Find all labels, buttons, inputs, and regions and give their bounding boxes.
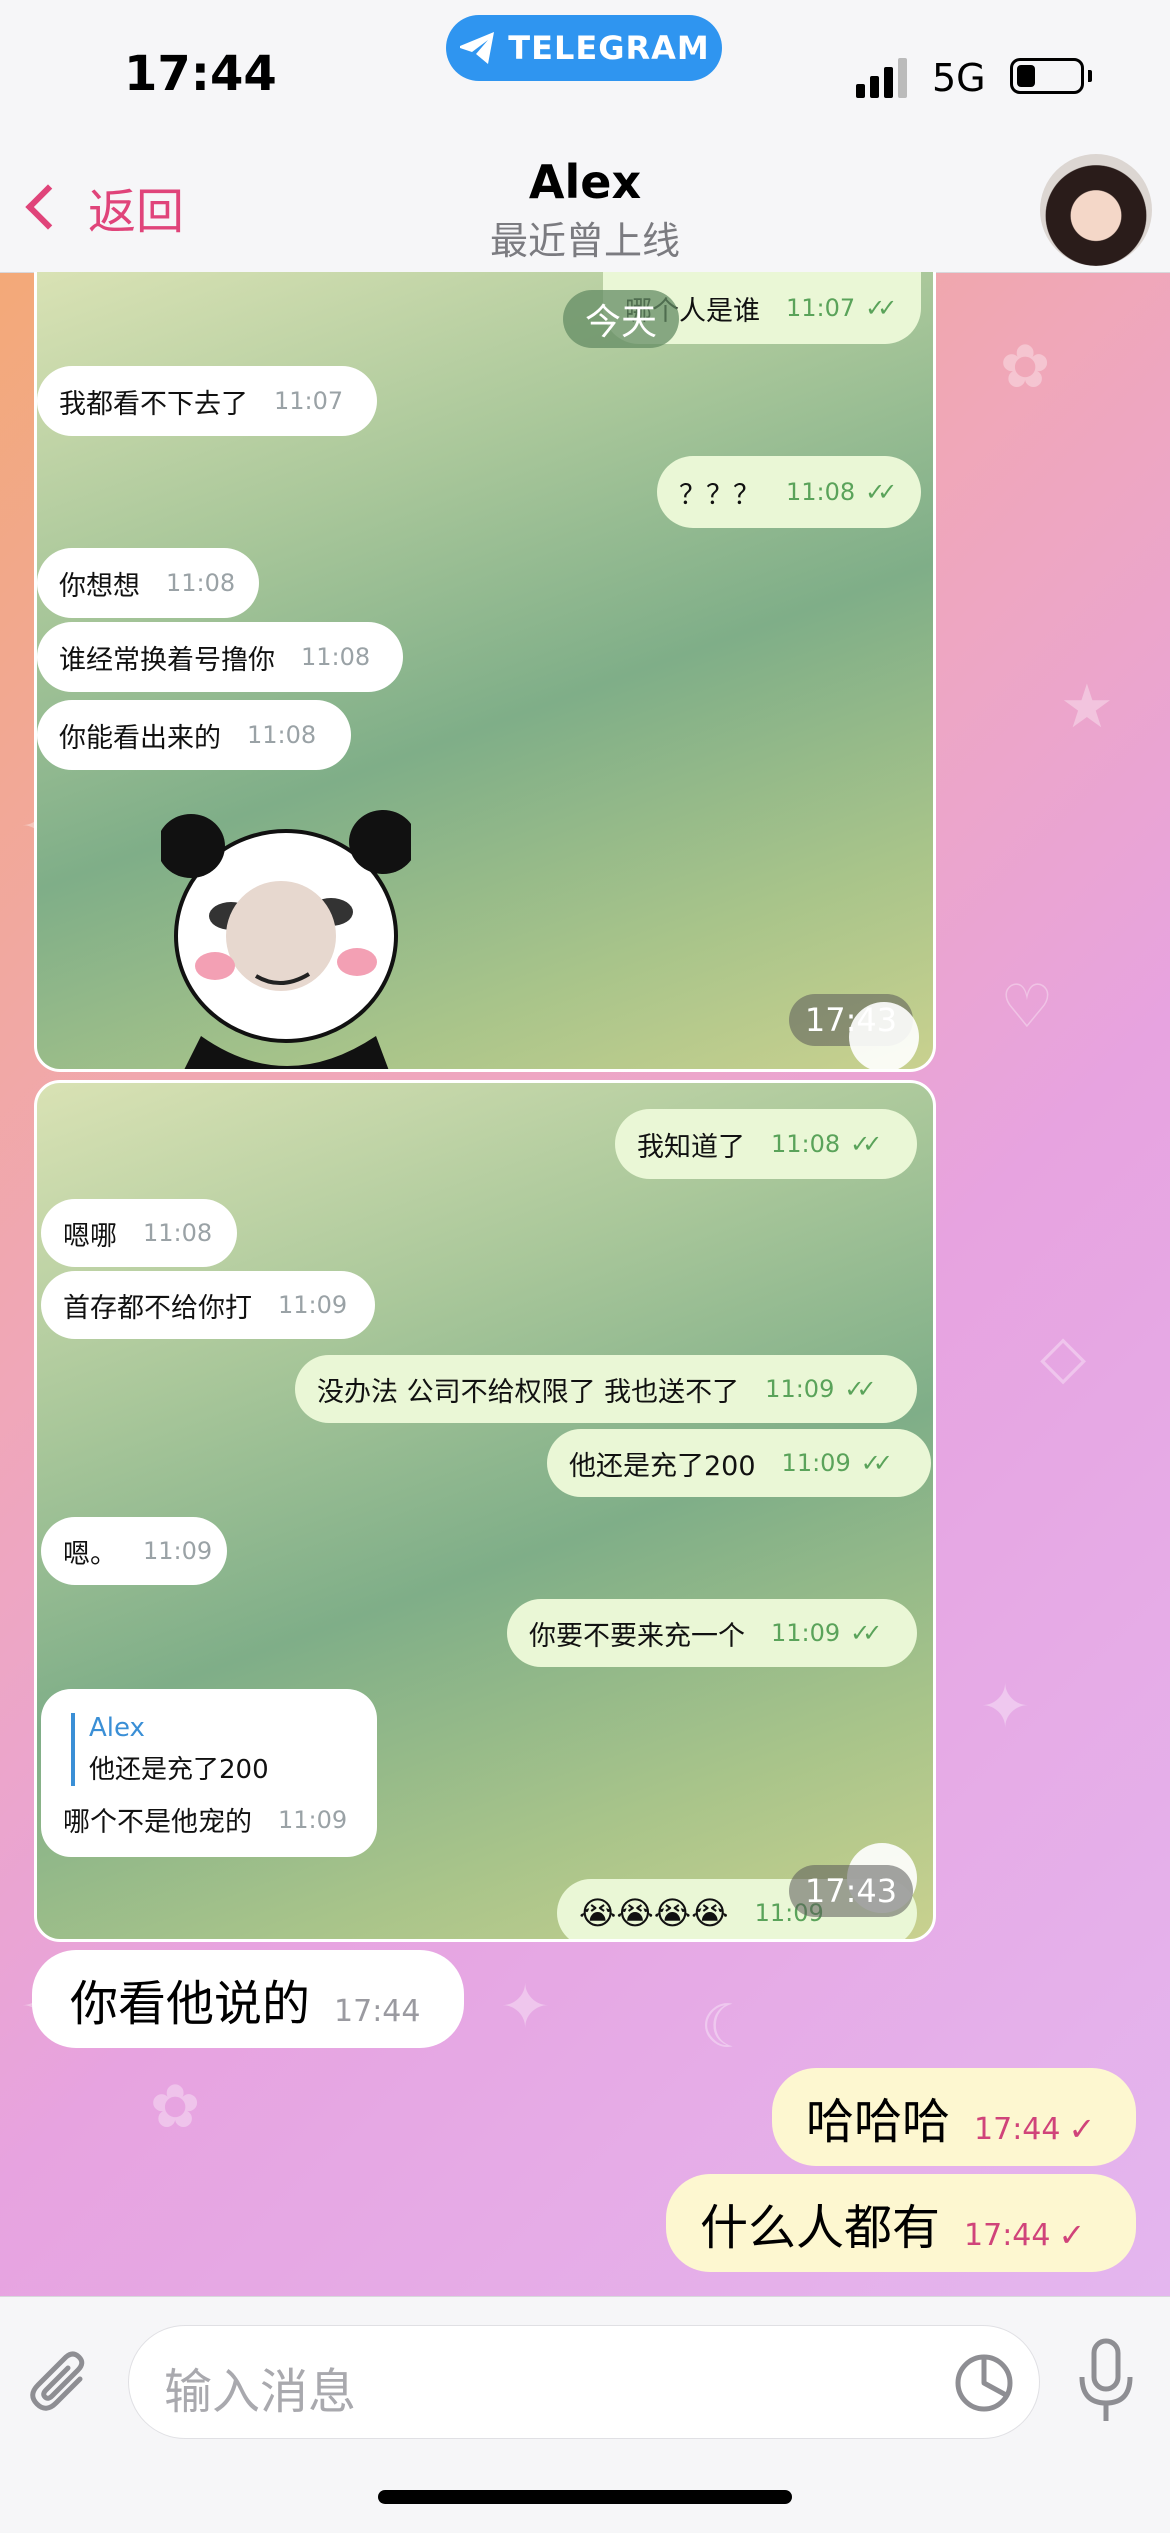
avatar[interactable] (1040, 154, 1152, 266)
image-time: 17:43 (789, 1865, 913, 1917)
screenshot-bubble: 嗯。 11:09 (41, 1517, 227, 1585)
screenshot-text: 嗯。 (63, 1538, 117, 1570)
screenshot-text: ？？？ (679, 479, 760, 511)
screenshot-text: 嗯哪 (63, 1220, 117, 1252)
reply-name: Alex (89, 1713, 145, 1743)
screenshot-bubble: 谁经常换着号撸你 11:08 (37, 622, 403, 692)
doodle-icon: ★ (1060, 672, 1114, 742)
screenshot-bubble: 你想想 11:08 (37, 548, 259, 618)
check-icon: ✓ (1068, 2110, 1096, 2148)
screenshot-time: 11:07 (786, 294, 856, 322)
doodle-icon: ◇ (1040, 1322, 1087, 1392)
screenshot-bubble: 首存都不给你打 11:09 (41, 1271, 375, 1339)
screenshot-text: 你要不要来充一个 (529, 1620, 745, 1652)
doodle-icon: ✿ (1000, 332, 1051, 402)
screenshot-text: 我知道了 (637, 1131, 745, 1163)
doodle-icon: ✿ (150, 2072, 201, 2142)
screenshot-time: 11:09 (278, 1805, 348, 1834)
message-time: 17:44 (964, 2217, 1051, 2253)
screenshot-time: 11:09 (771, 1619, 841, 1647)
message-text: 什么人都有 (700, 2200, 941, 2256)
screenshot-time: 11:08 (143, 1219, 213, 1247)
screenshot-bubble: 你要不要来充一个 11:09 ✓✓ (507, 1599, 917, 1667)
screenshot-text: 😭😭😭😭 (579, 1894, 729, 1932)
message-text: 你看他说的 (70, 1976, 311, 2032)
screenshot-time: 11:09 (143, 1537, 213, 1565)
paperclip-icon[interactable] (26, 2349, 98, 2421)
screenshot-bubble: ？？？ 11:08 ✓✓ (657, 456, 921, 528)
status-time: 17:44 (124, 46, 277, 102)
message-bubble-outgoing[interactable]: 哈哈哈 17:44 ✓ (772, 2068, 1136, 2166)
signal-icon (856, 58, 907, 98)
doodle-icon: ☾ (700, 1992, 754, 2062)
screenshot-text: 首存都不给你打 (63, 1292, 252, 1324)
screenshot-bubble: 嗯哪 11:08 (41, 1199, 237, 1267)
screenshot-text: 哪个不是他宠的 (63, 1807, 252, 1838)
telegram-pill-label: TELEGRAM (508, 29, 710, 67)
chat-header: 返回 Alex 最近曾上线 (0, 150, 1170, 273)
message-time: 17:44 (974, 2111, 1061, 2147)
double-check-icon: ✓✓ (844, 1375, 876, 1403)
message-input-placeholder: 输入消息 (164, 2364, 357, 2420)
battery-tip (1088, 70, 1092, 82)
message-time: 17:44 (334, 1993, 421, 2029)
check-icon: ✓ (1058, 2216, 1086, 2254)
telegram-plane-icon (460, 32, 495, 64)
doodle-icon: ✦ (980, 1672, 1031, 1742)
screenshot-text: 没办法 公司不给权限了 我也送不了 (317, 1376, 740, 1408)
double-check-icon: ✓✓ (865, 294, 897, 322)
sticker-icon[interactable] (954, 2353, 1014, 2413)
battery-icon (1010, 58, 1084, 94)
screenshot-bubble: 你能看出来的 11:08 (37, 700, 351, 770)
message-bubble-outgoing[interactable]: 什么人都有 17:44 ✓ (666, 2174, 1136, 2272)
image-message[interactable]: 我知道了 11:08 ✓✓ 嗯哪 11:08 首存都不给你打 11:09 没办法 … (34, 1080, 936, 1942)
double-check-icon: ✓✓ (860, 1449, 893, 1477)
screenshot-text: 我都看不下去了 (59, 388, 248, 420)
network-type: 5G (932, 56, 986, 100)
return-to-telegram-pill[interactable]: TELEGRAM (446, 15, 722, 81)
screenshot-text: 他还是充了200 (569, 1450, 756, 1482)
status-bar: 17:44 TELEGRAM 5G (0, 0, 1170, 150)
screenshot-bubble: 没办法 公司不给权限了 我也送不了 11:09 ✓✓ (295, 1355, 917, 1423)
message-bubble-incoming[interactable]: 你看他说的 17:44 (32, 1950, 464, 2048)
screenshot-time: 11:08 (786, 478, 856, 506)
screenshot-bubble: 我知道了 11:08 ✓✓ (615, 1109, 917, 1179)
screenshot-text: 你能看出来的 (59, 722, 221, 754)
screenshot-reply-bubble: Alex 他还是充了200 哪个不是他宠的 11:09 (41, 1689, 377, 1857)
screenshot-time: 11:08 (247, 721, 317, 749)
contact-status: 最近曾上线 (489, 219, 680, 263)
double-check-icon: ✓✓ (865, 478, 897, 506)
date-pill: 今天 (563, 290, 679, 348)
screenshot-time: 11:09 (781, 1449, 851, 1477)
screenshot-time: 11:09 (278, 1291, 348, 1319)
screenshot-bubble: 我都看不下去了 11:07 (37, 366, 377, 436)
double-check-icon: ✓✓ (850, 1130, 882, 1158)
screenshot-time: 11:09 (765, 1375, 835, 1403)
image-overlay-circle (849, 1002, 919, 1069)
double-check-icon: ✓✓ (850, 1619, 882, 1647)
home-indicator[interactable] (378, 2490, 792, 2504)
doodle-icon: ✦ (500, 1972, 551, 2042)
doodle-icon: ♡ (1000, 972, 1054, 1042)
screenshot-time: 11:08 (771, 1130, 841, 1158)
panda-sticker (161, 810, 411, 1069)
reply-text: 他还是充了200 (89, 1755, 269, 1785)
contact-name[interactable]: Alex (0, 155, 1170, 209)
image-message[interactable]: 哪个人是谁 11:07 ✓✓ 今天 我都看不下去了 11:07 ？？？ 11:08… (34, 272, 936, 1072)
screenshot-text: 谁经常换着号撸你 (59, 644, 275, 676)
screenshot-time: 11:08 (301, 643, 371, 671)
screenshot-text: 你想想 (59, 570, 140, 602)
screenshot-time: 11:07 (274, 387, 344, 415)
microphone-icon[interactable] (1070, 2337, 1142, 2427)
screenshot-time: 11:08 (166, 569, 236, 597)
message-text: 哈哈哈 (806, 2094, 951, 2150)
screenshot-bubble: 他还是充了200 11:09 ✓✓ (547, 1429, 931, 1497)
